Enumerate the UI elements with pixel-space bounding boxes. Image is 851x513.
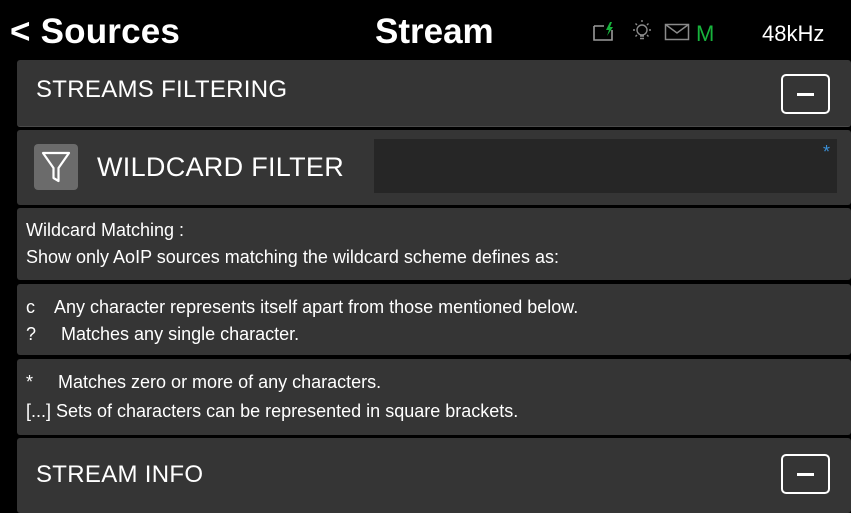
status-icons: M: [592, 19, 715, 50]
collapse-button[interactable]: [781, 454, 830, 494]
top-bar: < Sources Stream M 48kHz: [0, 0, 851, 66]
rule-brackets: [...] Sets of characters can be represen…: [26, 401, 519, 421]
wildcard-rules-1: c Any character represents itself apart …: [17, 284, 851, 355]
streams-filtering-label: STREAMS FILTERING: [36, 76, 288, 103]
required-marker: *: [823, 142, 831, 162]
stream-info-header[interactable]: STREAM INFO: [17, 438, 851, 513]
collapse-button[interactable]: [781, 74, 830, 114]
intro-title: Wildcard Matching :: [26, 220, 185, 240]
wildcard-intro: Wildcard Matching : Show only AoIP sourc…: [17, 208, 851, 280]
mail-icon: [664, 22, 690, 47]
rule-question: ? Matches any single character.: [26, 324, 300, 344]
page-title: Stream: [375, 12, 494, 51]
wildcard-filter-row: WILDCARD FILTER *: [17, 130, 851, 205]
wildcard-filter-label: WILDCARD FILTER: [97, 152, 345, 182]
stream-info-label: STREAM INFO: [36, 461, 204, 488]
streams-filtering-header[interactable]: STREAMS FILTERING: [17, 60, 851, 127]
wildcard-rules-2: * Matches zero or more of any characters…: [17, 359, 851, 435]
intro-text: Show only AoIP sources matching the wild…: [26, 247, 559, 267]
bulb-icon: [630, 19, 654, 50]
back-button[interactable]: < Sources: [10, 12, 180, 52]
rule-star: * Matches zero or more of any characters…: [26, 372, 382, 392]
power-charging-icon: [592, 21, 616, 48]
rule-c: c Any character represents itself apart …: [26, 297, 579, 317]
wildcard-filter-input[interactable]: [374, 139, 837, 193]
sample-rate: 48kHz: [762, 21, 825, 46]
filter-icon: [34, 144, 78, 190]
m-indicator: M: [696, 21, 715, 46]
